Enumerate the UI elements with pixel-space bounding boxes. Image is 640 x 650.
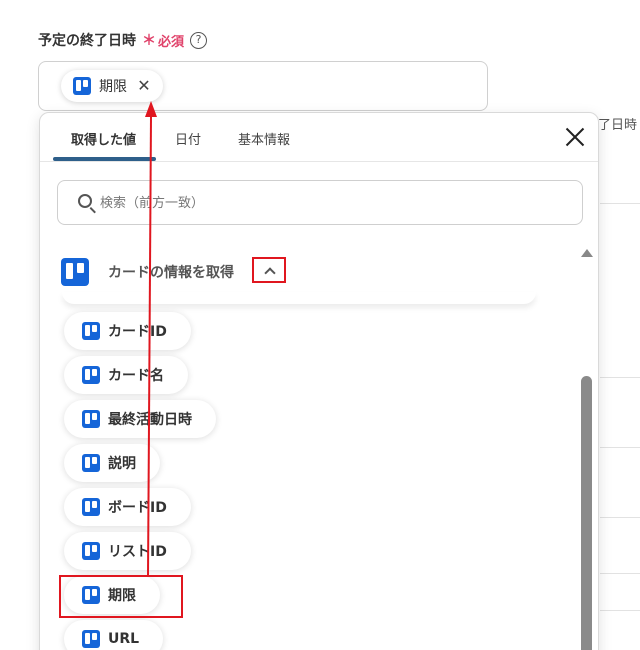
trello-icon [82, 366, 100, 384]
tab-bar: 取得した値 日付 基本情報 [40, 113, 598, 162]
background-divider [600, 447, 640, 448]
tab-obtained-values[interactable]: 取得した値 [71, 129, 136, 148]
field-label: 予定の終了日時 ＊ 必須 ? [38, 30, 208, 50]
background-divider [600, 377, 640, 378]
list-item-card-name[interactable]: カード名 [64, 356, 188, 394]
search-input[interactable] [100, 193, 560, 213]
list-item-label: カードID [108, 324, 167, 340]
trello-icon [82, 454, 100, 472]
trello-icon [82, 322, 100, 340]
trello-icon [82, 410, 100, 428]
trello-icon [82, 498, 100, 516]
search-icon [78, 194, 92, 208]
background-divider [600, 573, 640, 574]
list-item-card-id[interactable]: カードID [64, 312, 191, 350]
list-item-board-id[interactable]: ボードID [64, 488, 191, 526]
list-item-label: ボードID [108, 500, 167, 516]
value-input-box[interactable]: 期限 ✕ [38, 61, 488, 111]
list-item-label: カード名 [108, 368, 164, 384]
section-label: カードの情報を取得 [108, 265, 234, 281]
trello-icon [73, 77, 91, 95]
field-label-text: 予定の終了日時 [38, 33, 136, 49]
trello-icon [61, 258, 89, 286]
list-item-description[interactable]: 説明 [64, 444, 160, 482]
section-divider [62, 292, 536, 304]
scrollbar-thumb[interactable] [581, 376, 592, 650]
chevron-up-icon [264, 267, 276, 279]
background-divider [600, 517, 640, 518]
trello-icon [82, 542, 100, 560]
collapse-button[interactable] [252, 257, 286, 283]
list-item-url[interactable]: URL [64, 620, 164, 650]
chip-close-icon[interactable]: ✕ [135, 77, 153, 95]
background-divider [600, 203, 640, 204]
selected-chip-label: 期限 [99, 79, 127, 95]
highlight-box-due-date [59, 575, 183, 618]
value-picker-dropdown: 取得した値 日付 基本情報 カードの情報を取得 カードID カード名 最終活動日… [39, 112, 599, 650]
list-item-list-id[interactable]: リストID [64, 532, 191, 570]
required-text: 必須 [158, 34, 185, 50]
list-item-label: リストID [108, 544, 167, 560]
trello-icon [82, 630, 100, 648]
background-divider [600, 610, 640, 611]
list-item-label: 説明 [108, 456, 136, 472]
close-icon[interactable] [563, 125, 587, 149]
list-item-last-activity[interactable]: 最終活動日時 [64, 400, 216, 438]
help-icon[interactable]: ? [190, 31, 208, 49]
required-mark: ＊ [142, 33, 156, 49]
scroll-up-arrow[interactable] [581, 249, 593, 257]
background-field-fragment: 了日時 [598, 118, 638, 133]
tab-date[interactable]: 日付 [175, 129, 201, 148]
list-item-label: URL [108, 631, 140, 647]
section-header-card-info[interactable]: カードの情報を取得 [61, 258, 234, 286]
active-tab-indicator [53, 157, 156, 161]
list-item-label: 最終活動日時 [108, 412, 192, 428]
selected-chip[interactable]: 期限 ✕ [61, 70, 163, 102]
search-box[interactable] [57, 180, 583, 225]
tab-basic-info[interactable]: 基本情報 [238, 129, 290, 148]
